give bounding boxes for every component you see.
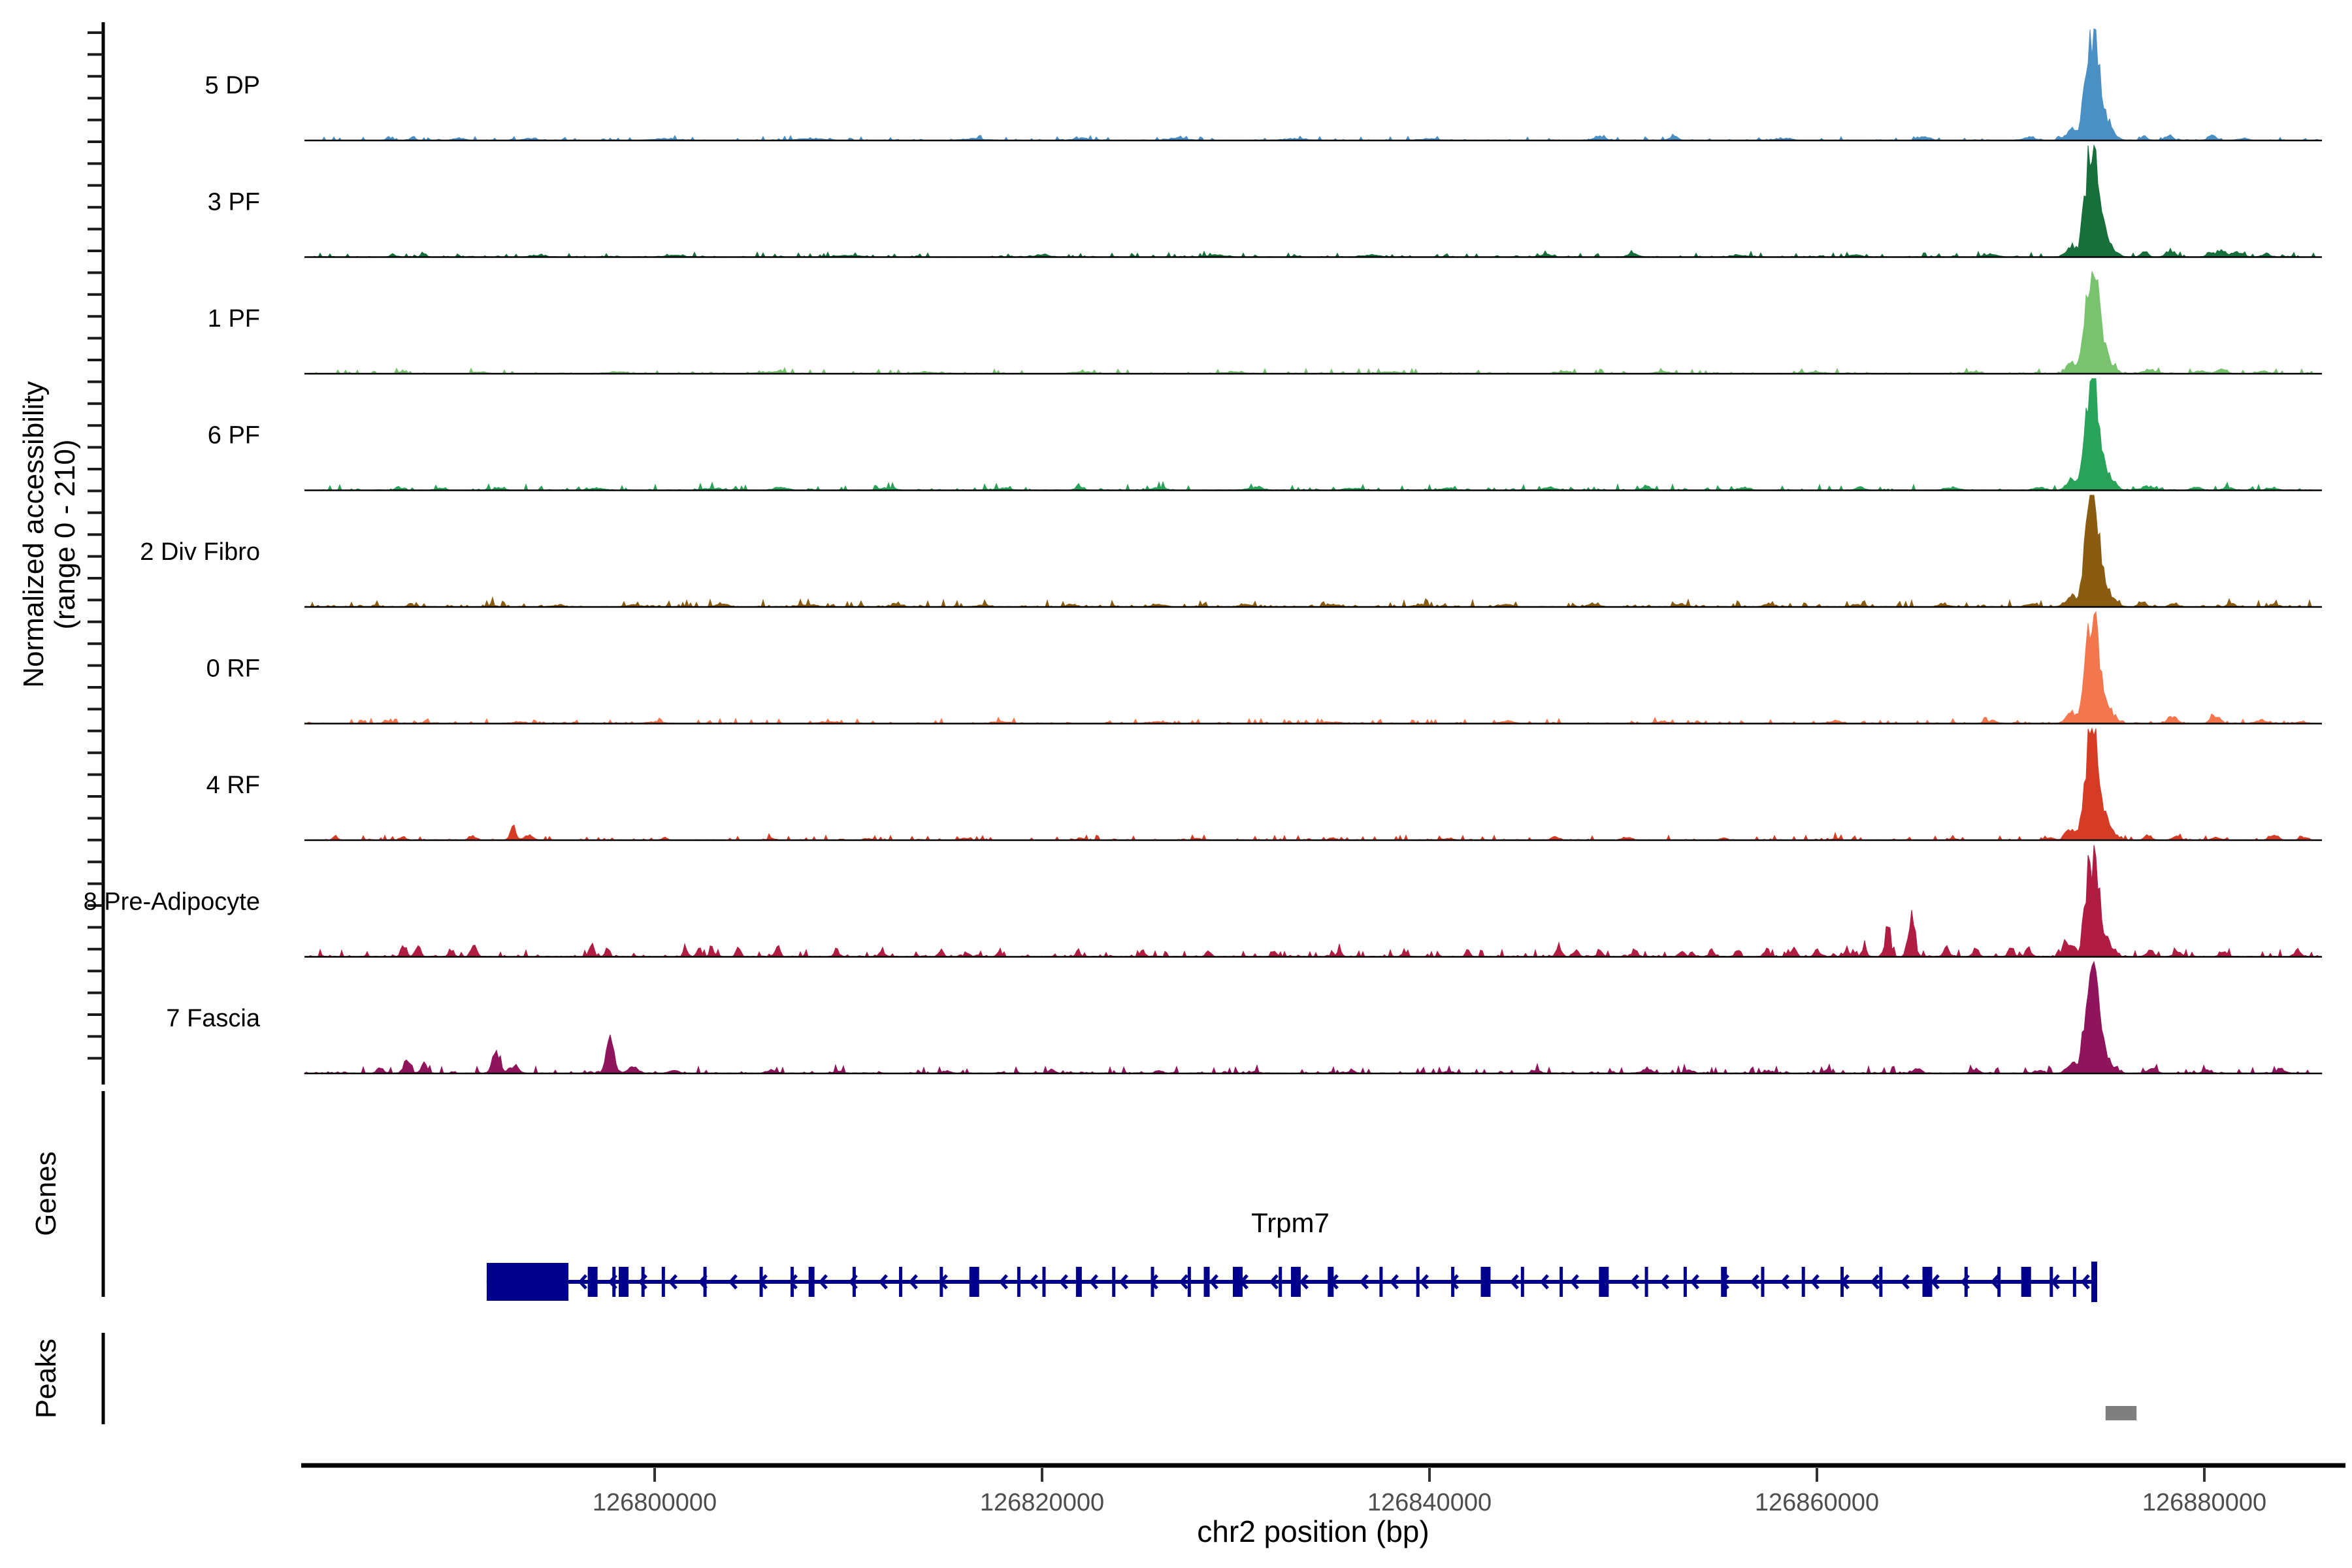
coverage-track: 3 PF [208,146,2322,257]
gene-name-label: Trpm7 [1251,1207,1330,1238]
gene-end-bar [2091,1262,2097,1302]
coverage-track: 8 Pre-Adipocyte [84,845,2322,957]
x-tick-label: 126880000 [2142,1489,2266,1516]
exon [1521,1267,1524,1297]
track-label: 3 PF [208,189,260,216]
x-axis: 126800000 126820000 126840000 126860000 1268… [301,1465,2345,1548]
x-tick-label: 126820000 [980,1489,1104,1516]
track-label: 4 RF [206,772,260,799]
exon [1645,1267,1648,1297]
track-label: 0 RF [206,655,260,683]
exon [1879,1267,1882,1297]
track-signal-area [304,495,2322,607]
exon [1761,1267,1764,1297]
exon [612,1267,615,1297]
gene-utr-exon [487,1263,568,1301]
peak-intervals [2106,1406,2136,1420]
peak-interval-box [2106,1406,2136,1420]
peaks-panel: Peaks [30,1333,2136,1424]
coverage-track: 4 RF [206,728,2322,840]
exon [1416,1267,1420,1297]
y-axis-title-line1: Normalized accessibility [18,381,50,687]
exon [662,1267,665,1297]
track-label: 2 Div Fibro [140,538,260,566]
exon [1204,1267,1210,1297]
exon [899,1267,902,1297]
exon [1802,1267,1805,1297]
coverage-track: 0 RF [206,612,2322,724]
track-signal-area [304,612,2322,724]
exon [809,1267,815,1297]
exon [1188,1267,1191,1297]
x-tick-label: 126860000 [1755,1489,1879,1516]
exon [1042,1267,1045,1297]
exon [2073,1267,2076,1297]
x-tick-label: 126840000 [1367,1489,1492,1516]
gene-model [487,1262,2097,1302]
x-axis-ticks: 126800000 126820000 126840000 126860000 1268… [593,1468,2266,1516]
x-tick-label: 126800000 [593,1489,717,1516]
exon [1560,1267,1563,1297]
coverage-track: 5 DP [205,29,2322,140]
x-axis-title: chr2 position (bp) [1197,1514,1429,1548]
exon [1684,1267,1687,1297]
track-label: 8 Pre-Adipocyte [84,889,260,916]
track-signal-area [304,728,2322,840]
exon [853,1267,856,1297]
exon [1017,1267,1021,1297]
coverage-track: 2 Div Fibro [140,495,2322,607]
exon [1279,1267,1282,1297]
exon [1379,1267,1382,1297]
exon [619,1267,629,1297]
y-axis: Normalized accessibility (range 0 - 210) [18,22,103,1085]
track-signal-area [304,29,2322,140]
coverage-plot-figure: Normalized accessibility (range 0 - 210)… [0,0,2352,1568]
track-signal-area [304,146,2322,257]
exon [588,1267,598,1297]
y-axis-title-line2: (range 0 - 210) [49,439,81,629]
track-signal-area [304,845,2322,957]
genes-panel: Genes Trpm7 [30,1091,2097,1302]
track-signal-area [304,379,2322,491]
peaks-section-label: Peaks [30,1339,62,1418]
track-signal-area [304,271,2322,374]
exon [1965,1267,1968,1297]
exon [1291,1267,1301,1297]
exon [704,1267,707,1297]
exon [1076,1267,1082,1297]
exon [1997,1267,2001,1297]
track-label: 7 Fascia [166,1005,260,1032]
coverage-track: 7 Fascia [166,962,2322,1073]
track-signal-area [304,962,2322,1073]
track-label: 1 PF [208,305,260,333]
tracks-panel: 5 DP 3 PF 1 PF 6 PF 2 Div Fibro 0 RF 4 RF 8 Pre… [84,29,2322,1073]
track-label: 6 PF [208,422,260,449]
track-label: 5 DP [205,72,260,99]
genes-section-label: Genes [30,1151,62,1236]
exon [1112,1267,1115,1297]
coverage-track: 6 PF [208,379,2322,491]
coverage-track: 1 PF [208,271,2322,374]
